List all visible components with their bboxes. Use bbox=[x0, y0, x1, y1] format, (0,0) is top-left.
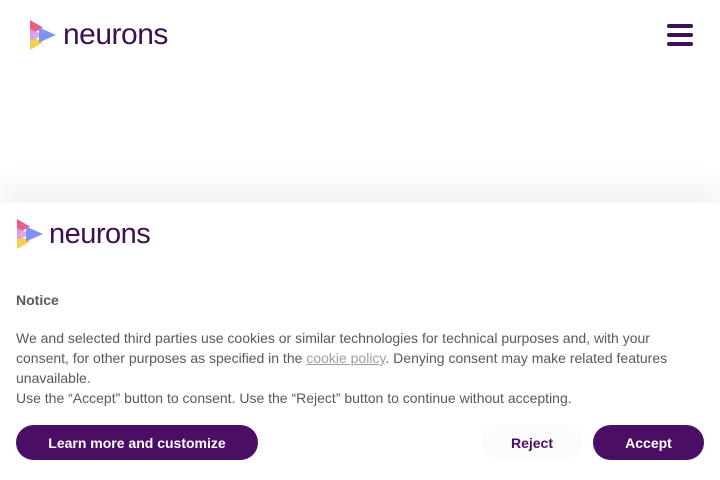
menu-bar bbox=[667, 33, 693, 37]
cookie-consent-banner: neurons Notice We and selected third par… bbox=[0, 203, 720, 480]
reject-button[interactable]: Reject bbox=[481, 425, 583, 460]
neurons-logo-mark-icon bbox=[17, 219, 43, 249]
notice-body: We and selected third parties use cookie… bbox=[16, 328, 706, 408]
notice-instructions: Use the “Accept” button to consent. Use … bbox=[16, 390, 572, 406]
neurons-logo-mark-icon bbox=[30, 20, 56, 50]
notice-title: Notice bbox=[16, 292, 59, 308]
neurons-logo[interactable]: neurons bbox=[29, 19, 168, 51]
logo-wordmark: neurons bbox=[63, 18, 168, 51]
banner-neurons-logo: neurons bbox=[16, 218, 151, 250]
accept-button[interactable]: Accept bbox=[593, 425, 704, 460]
notice-paragraph: We and selected third parties use cookie… bbox=[16, 328, 706, 388]
menu-bar bbox=[667, 24, 693, 28]
site-header: neurons bbox=[0, 0, 720, 72]
hamburger-menu-icon[interactable] bbox=[667, 24, 693, 48]
learn-more-customize-button[interactable]: Learn more and customize bbox=[16, 425, 258, 460]
cookie-policy-link[interactable]: cookie policy bbox=[306, 350, 385, 366]
banner-logo-wordmark: neurons bbox=[49, 218, 151, 250]
page: neurons neurons Notice We and selected t… bbox=[0, 0, 720, 480]
menu-bar bbox=[667, 42, 693, 46]
